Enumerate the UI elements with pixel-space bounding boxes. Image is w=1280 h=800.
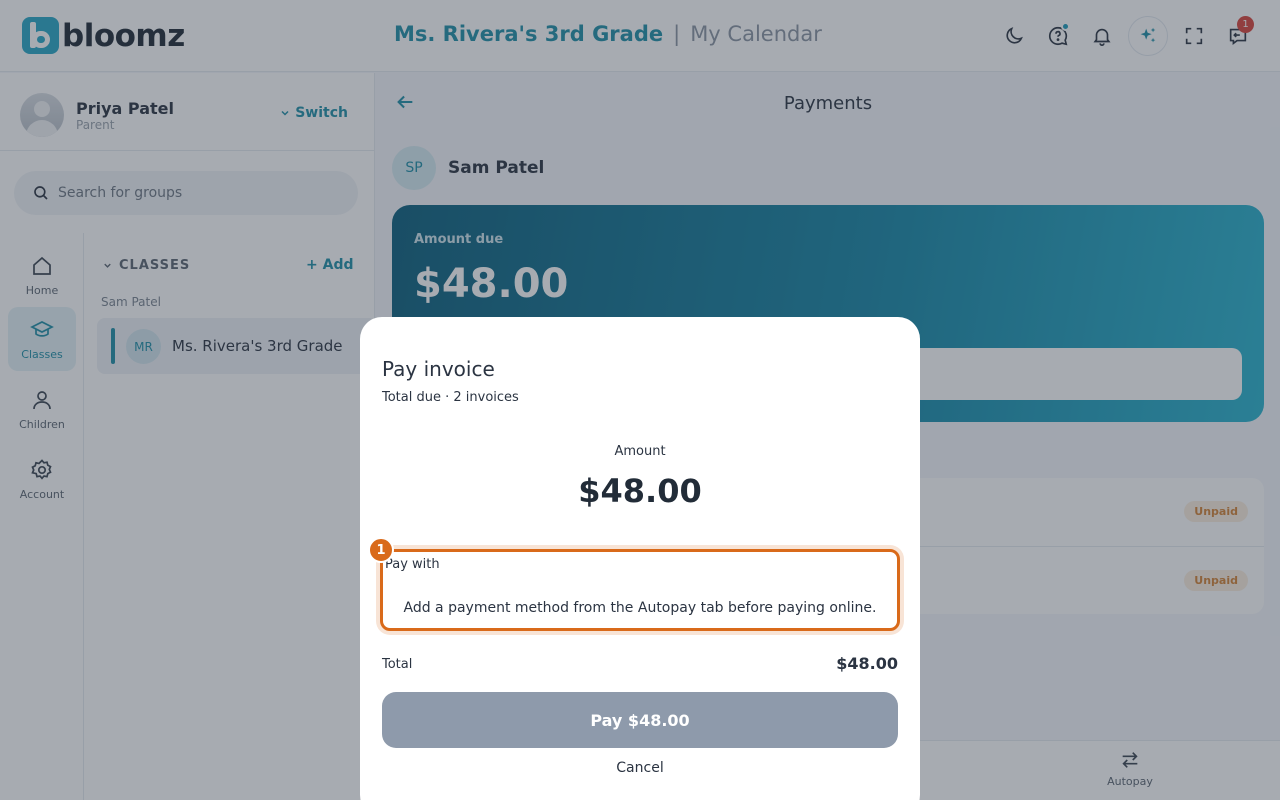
pay-invoice-dialog: Pay invoice Total due · 2 invoices Amoun… [360,317,920,800]
pay-with-section: Pay with Add a payment method from the A… [380,549,900,631]
total-value: $48.00 [836,654,898,673]
dialog-subtitle: Total due · 2 invoices [382,390,519,405]
pay-with-message: Add a payment method from the Autopay ta… [403,600,877,616]
total-label: Total [382,657,413,672]
step-marker: 1 [368,537,394,563]
pay-with-label: Pay with [385,557,440,572]
amount-label: Amount [614,444,666,459]
pay-button[interactable]: Pay $48.00 [382,692,898,748]
cancel-button[interactable]: Cancel [360,760,920,776]
dialog-title: Pay invoice [382,357,495,381]
amount-value: $48.00 [578,472,702,510]
